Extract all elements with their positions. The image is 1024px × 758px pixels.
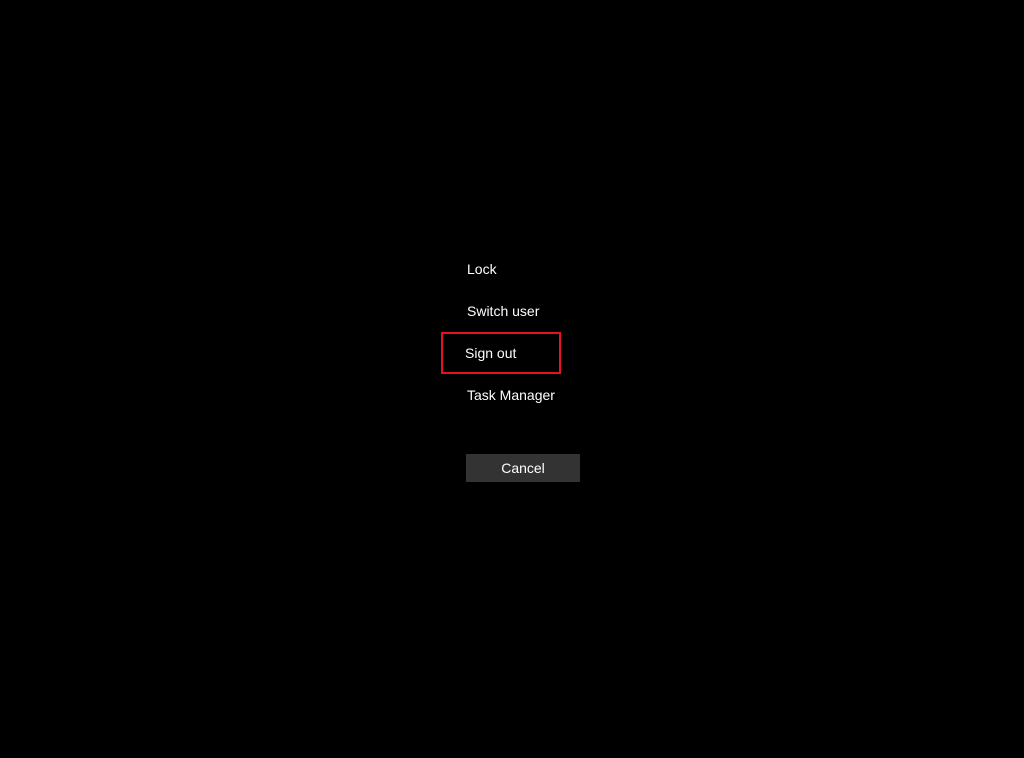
lock-option[interactable]: Lock (441, 248, 561, 290)
lock-label: Lock (467, 261, 497, 277)
security-options-menu: Lock Switch user Sign out Task Manager (441, 248, 561, 416)
switch-user-option[interactable]: Switch user (441, 290, 561, 332)
sign-out-option[interactable]: Sign out (441, 332, 561, 374)
cancel-button-label: Cancel (501, 460, 545, 476)
task-manager-option[interactable]: Task Manager (441, 374, 561, 416)
cancel-button[interactable]: Cancel (466, 454, 580, 482)
switch-user-label: Switch user (467, 303, 539, 319)
task-manager-label: Task Manager (467, 387, 555, 403)
sign-out-label: Sign out (465, 345, 516, 361)
